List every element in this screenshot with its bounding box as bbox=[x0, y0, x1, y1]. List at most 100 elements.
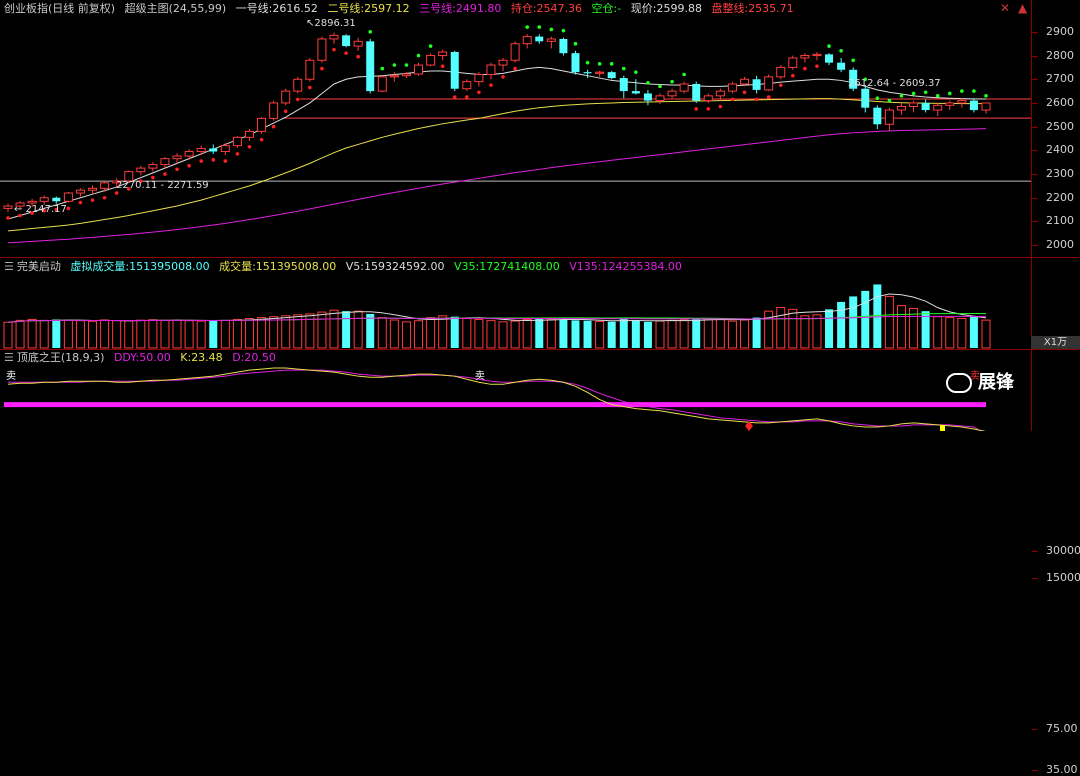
price-tick-label: 2300 bbox=[1046, 167, 1074, 181]
support-dot bbox=[477, 90, 481, 95]
resistance-dot bbox=[839, 49, 843, 53]
price-tick-label: 2100 bbox=[1046, 214, 1074, 228]
candle-body bbox=[438, 51, 448, 57]
resistance-dot bbox=[972, 89, 976, 93]
price-tick-label: 2000 bbox=[1046, 238, 1074, 252]
volume-bar bbox=[450, 316, 459, 348]
candle-body bbox=[63, 192, 73, 202]
volume-bar bbox=[619, 318, 628, 348]
candle-body bbox=[631, 91, 640, 94]
axis-tick-mark bbox=[1032, 102, 1038, 104]
volume-bar bbox=[88, 320, 98, 349]
resistance-dot bbox=[416, 53, 421, 58]
candle-body bbox=[3, 205, 13, 209]
volume-bar bbox=[583, 320, 592, 348]
volume-bar bbox=[426, 317, 436, 349]
candle-body bbox=[39, 197, 49, 202]
volume-bar bbox=[873, 284, 882, 348]
support-dot bbox=[742, 90, 747, 95]
candle-body bbox=[559, 38, 568, 54]
candle-body bbox=[607, 72, 616, 79]
candle-body bbox=[909, 102, 919, 108]
resistance-dot bbox=[634, 70, 638, 74]
support-dot bbox=[356, 54, 360, 59]
support-dot bbox=[295, 97, 300, 102]
volume-bar bbox=[969, 316, 978, 348]
price-axis: 2000 2100 2200 2300 2400 2500 2600 2700 2800 2900 bbox=[1031, 0, 1080, 257]
candle-body bbox=[209, 148, 218, 152]
axis-tick-mark bbox=[1032, 31, 1038, 33]
price-tick-label: 2500 bbox=[1046, 119, 1074, 133]
candle-body bbox=[655, 95, 665, 102]
volume-chart[interactable] bbox=[0, 258, 1031, 349]
support-dot bbox=[187, 163, 191, 168]
candle-body bbox=[172, 155, 182, 160]
line1-series bbox=[7, 66, 987, 220]
support-dot bbox=[452, 95, 457, 99]
support-dot bbox=[102, 195, 107, 200]
volume-bar bbox=[896, 305, 906, 349]
candle-body bbox=[643, 93, 652, 101]
price-tick-label: 2200 bbox=[1046, 190, 1074, 204]
watermark-text: 展锋 bbox=[978, 372, 1014, 393]
resistance-dot bbox=[392, 63, 397, 67]
axis-tick-mark bbox=[1032, 79, 1038, 81]
candle-body bbox=[232, 136, 242, 147]
candle-body bbox=[244, 130, 254, 138]
support-dot bbox=[465, 95, 469, 99]
candle-body bbox=[52, 197, 61, 202]
support-dot bbox=[163, 172, 167, 176]
volume-bar bbox=[957, 318, 967, 349]
volume-bar bbox=[148, 319, 158, 349]
volume-bar bbox=[342, 311, 351, 348]
candle-body bbox=[945, 102, 955, 106]
candle-body bbox=[486, 64, 496, 76]
volume-bar bbox=[715, 318, 725, 349]
price-chart[interactable]: ↖2896.31 ← 2147.17 2270.11 - 2271.59 2612.6… bbox=[0, 0, 1031, 257]
resistance-dot bbox=[380, 66, 385, 71]
volume-bar bbox=[196, 320, 206, 349]
support-dot bbox=[501, 75, 505, 79]
volume-bar bbox=[244, 318, 254, 349]
resistance-dot bbox=[549, 27, 554, 32]
support-dot bbox=[815, 64, 819, 69]
range-annotation: 2612.64 - 2609.37 bbox=[848, 78, 941, 89]
candle-body bbox=[88, 187, 98, 191]
candle-body bbox=[861, 88, 870, 108]
resistance-dot bbox=[646, 81, 650, 85]
candle-body bbox=[873, 107, 882, 125]
candle-body bbox=[184, 151, 194, 157]
sell-signal: 卖 bbox=[6, 370, 16, 382]
support-dot bbox=[718, 104, 723, 109]
support-dot bbox=[78, 200, 83, 205]
candle-body bbox=[353, 40, 363, 47]
candle-body bbox=[498, 59, 508, 66]
support-dot bbox=[489, 83, 493, 87]
volume-bar bbox=[764, 310, 774, 349]
volume-bar bbox=[377, 317, 387, 349]
support-dot bbox=[114, 191, 119, 195]
volume-bar bbox=[27, 318, 37, 349]
volume-bar bbox=[112, 320, 122, 349]
volume-bar bbox=[631, 320, 640, 348]
volume-bar bbox=[981, 319, 991, 349]
axis-tick-mark bbox=[1032, 126, 1038, 128]
volume-bar bbox=[679, 319, 689, 349]
resistance-dot bbox=[827, 44, 831, 48]
oscillator-tick-label: 75.00 bbox=[1046, 722, 1078, 736]
candle-body bbox=[196, 147, 206, 153]
volume-bar bbox=[462, 318, 472, 349]
volume-bar bbox=[498, 321, 508, 349]
candle-body bbox=[837, 62, 846, 70]
candle-body bbox=[305, 59, 315, 80]
resistance-dot bbox=[609, 62, 614, 66]
volume-bar bbox=[522, 318, 532, 349]
volume-tick-label: 30000 bbox=[1046, 543, 1080, 557]
support-dot bbox=[151, 175, 155, 180]
candle-body bbox=[776, 66, 786, 78]
candle-body bbox=[377, 76, 387, 92]
oscillator-chart[interactable]: 卖卖卖 bbox=[0, 350, 1031, 431]
support-dot bbox=[247, 144, 252, 149]
volume-bar bbox=[124, 320, 134, 349]
range-annotation: 2270.11 - 2271.59 bbox=[116, 180, 209, 191]
